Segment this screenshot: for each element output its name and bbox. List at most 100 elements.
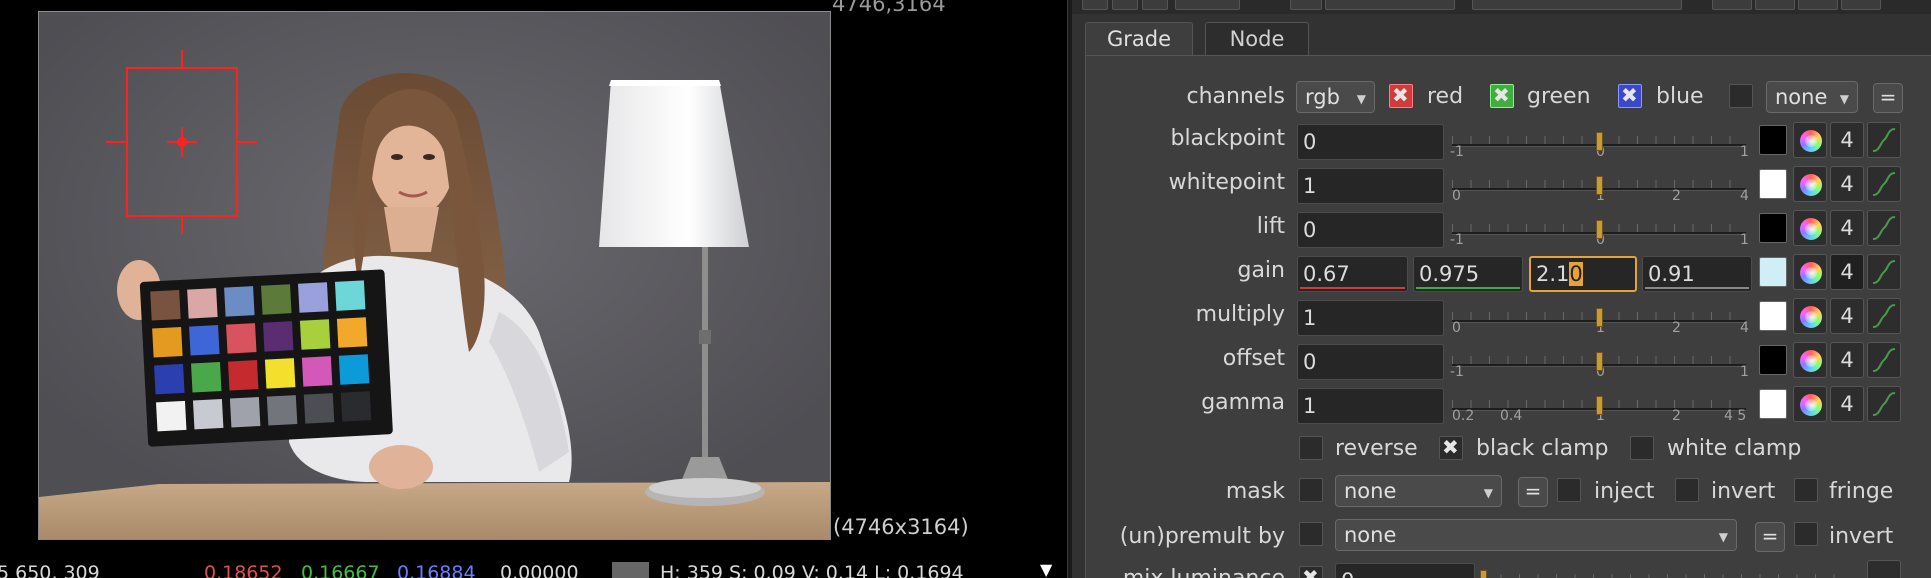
channels-link-button[interactable]: = xyxy=(1873,83,1903,113)
blackpoint-input[interactable]: 0 xyxy=(1297,124,1444,160)
channel-count-button[interactable]: 4 xyxy=(1830,298,1864,334)
mask-checkbox[interactable] xyxy=(1299,478,1323,502)
multiply-color-swatch[interactable] xyxy=(1759,301,1787,331)
mask-invert-checkbox[interactable] xyxy=(1675,478,1699,502)
curve-editor-button[interactable] xyxy=(1867,386,1901,422)
unpremult-invert-checkbox[interactable] xyxy=(1794,522,1818,546)
channel-count-button[interactable]: 4 xyxy=(1830,386,1864,422)
curve-editor-button[interactable] xyxy=(1867,166,1901,202)
slider-handle[interactable] xyxy=(1596,308,1603,327)
toolbar-button[interactable] xyxy=(1142,0,1168,10)
blue-channel-checkbox[interactable] xyxy=(1618,83,1642,108)
toolbar-button[interactable] xyxy=(1712,0,1752,10)
toolbar-button[interactable] xyxy=(1082,0,1108,10)
mask-link-button[interactable]: = xyxy=(1518,477,1548,507)
blackpoint-slider[interactable]: -1 0 1 xyxy=(1450,122,1749,162)
lift-color-swatch[interactable] xyxy=(1759,213,1787,243)
slider-handle[interactable] xyxy=(1596,132,1603,151)
offset-input[interactable]: 0 xyxy=(1297,344,1444,380)
multiply-input[interactable]: 1 xyxy=(1297,300,1444,336)
channel-count-button[interactable]: 4 xyxy=(1830,122,1864,158)
gamma-input[interactable]: 1 xyxy=(1297,388,1444,424)
slider-handle[interactable] xyxy=(1596,352,1603,371)
properties-toolbar xyxy=(1072,0,1931,14)
tab-grade[interactable]: Grade xyxy=(1085,22,1193,56)
lift-slider[interactable]: -1 0 1 xyxy=(1450,210,1749,250)
extra-channel-checkbox[interactable] xyxy=(1729,84,1753,108)
blackpoint-color-swatch[interactable] xyxy=(1759,125,1787,155)
toolbar-button[interactable] xyxy=(1290,0,1322,10)
inject-checkbox[interactable] xyxy=(1557,478,1581,502)
slider-tick-label: 2 xyxy=(1672,188,1681,204)
channel-count-button[interactable]: 4 xyxy=(1830,254,1864,290)
curve-editor-button[interactable] xyxy=(1867,560,1901,578)
gain-color-swatch[interactable] xyxy=(1759,257,1787,287)
viewer-panel[interactable]: 4746,3164 (4746x3164) 5 650, 309 0.18652… xyxy=(0,0,1067,578)
slider-handle[interactable] xyxy=(1596,176,1603,195)
slider-handle[interactable] xyxy=(1480,570,1487,578)
curve-editor-button[interactable] xyxy=(1867,254,1901,290)
fringe-checkbox[interactable] xyxy=(1794,478,1818,502)
curve-editor-button[interactable] xyxy=(1867,298,1901,334)
toolbar-button[interactable] xyxy=(1112,0,1138,10)
gain-alpha-input[interactable]: 0.91 xyxy=(1642,256,1752,292)
slider-handle[interactable] xyxy=(1596,396,1603,415)
viewer-image[interactable] xyxy=(38,11,831,540)
channel-count-button[interactable]: 4 xyxy=(1830,210,1864,246)
whitepoint-color-swatch[interactable] xyxy=(1759,169,1787,199)
channel-count-button[interactable]: 4 xyxy=(1830,166,1864,202)
black-clamp-checkbox[interactable] xyxy=(1439,435,1463,460)
offset-color-swatch[interactable] xyxy=(1759,345,1787,375)
gain-blue-input[interactable]: 2.10 xyxy=(1529,256,1637,292)
gain-green-input[interactable]: 0.975 xyxy=(1413,256,1523,292)
unpremult-link-button[interactable]: = xyxy=(1755,522,1785,552)
color-wheel-button[interactable] xyxy=(1793,122,1827,158)
whitepoint-slider[interactable]: 0 1 2 4 xyxy=(1450,166,1749,206)
toolbar-button[interactable] xyxy=(1841,0,1881,10)
mask-dropdown[interactable]: none ▼ xyxy=(1335,475,1502,507)
slider-tick-label: 1 xyxy=(1740,144,1749,160)
unpremult-checkbox[interactable] xyxy=(1299,522,1323,546)
channels-dropdown[interactable]: rgb ▼ xyxy=(1296,81,1375,113)
channel-count-button[interactable]: 4 xyxy=(1830,342,1864,378)
dropdown-triangle-icon[interactable]: ▼ xyxy=(1040,560,1052,578)
red-channel-checkbox[interactable] xyxy=(1389,83,1413,108)
toolbar-button[interactable] xyxy=(1175,0,1240,10)
toolbar-field[interactable] xyxy=(1472,0,1682,10)
mix-luminance-checkbox[interactable] xyxy=(1299,565,1323,578)
slider-handle[interactable] xyxy=(1596,220,1603,239)
gain-red-input[interactable]: 0.67 xyxy=(1297,256,1408,292)
curve-editor-button[interactable] xyxy=(1867,342,1901,378)
green-channel-checkbox[interactable] xyxy=(1490,83,1514,108)
toolbar-button[interactable] xyxy=(1798,0,1838,10)
node-name-field[interactable] xyxy=(1325,0,1455,10)
extra-channel-dropdown[interactable]: none ▼ xyxy=(1766,81,1858,113)
toolbar-button[interactable] xyxy=(1755,0,1795,10)
curve-icon xyxy=(1872,392,1896,416)
white-clamp-checkbox[interactable] xyxy=(1630,436,1654,460)
mix-luminance-slider[interactable] xyxy=(1480,560,1850,578)
whitepoint-input[interactable]: 1 xyxy=(1297,168,1444,204)
curve-icon xyxy=(1872,172,1896,196)
curve-editor-button[interactable] xyxy=(1867,122,1901,158)
offset-slider[interactable]: -1 0 1 xyxy=(1450,342,1749,382)
color-wheel-button[interactable] xyxy=(1793,386,1827,422)
color-wheel-button[interactable] xyxy=(1793,298,1827,334)
lift-input[interactable]: 0 xyxy=(1297,212,1444,248)
reverse-checkbox[interactable] xyxy=(1299,436,1323,460)
color-wheel-icon xyxy=(1800,394,1822,416)
color-wheel-button[interactable] xyxy=(1793,254,1827,290)
unpremult-dropdown[interactable]: none ▼ xyxy=(1335,519,1737,551)
tab-node[interactable]: Node xyxy=(1205,22,1309,56)
curve-editor-button[interactable] xyxy=(1867,210,1901,246)
status-a: 0.00000 xyxy=(500,562,579,578)
color-wheel-button[interactable] xyxy=(1793,166,1827,202)
gamma-slider[interactable]: 0.2 0.4 1 2 4 5 xyxy=(1450,386,1748,426)
color-wheel-icon xyxy=(1800,218,1822,240)
slider-tick-label: 4 xyxy=(1740,188,1749,204)
multiply-slider[interactable]: 0 1 2 4 xyxy=(1450,298,1749,338)
color-wheel-button[interactable] xyxy=(1793,342,1827,378)
mix-luminance-input[interactable]: 0 xyxy=(1335,563,1475,578)
color-wheel-button[interactable] xyxy=(1793,210,1827,246)
gamma-color-swatch[interactable] xyxy=(1759,389,1787,419)
